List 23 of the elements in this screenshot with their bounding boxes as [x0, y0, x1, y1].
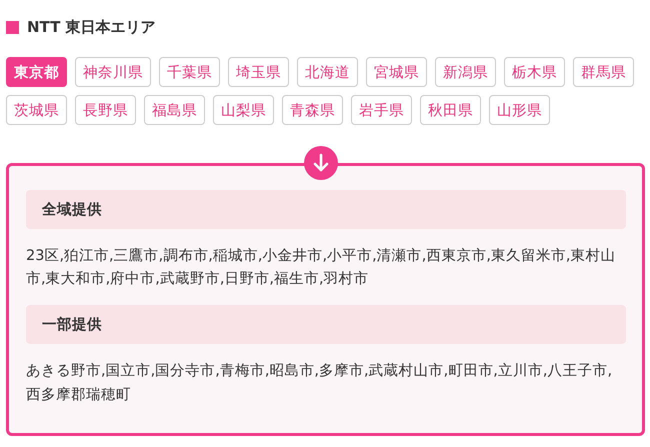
prefecture-tab[interactable]: 群馬県 [573, 57, 634, 87]
prefecture-tab[interactable]: 山形県 [489, 95, 550, 125]
prefecture-tab[interactable]: 秋田県 [420, 95, 481, 125]
section-header: 一部提供 [26, 305, 626, 344]
prefecture-tab[interactable]: 神奈川県 [75, 57, 151, 87]
prefecture-tab[interactable]: 北海道 [297, 57, 358, 87]
prefecture-tab[interactable]: 岩手県 [351, 95, 412, 125]
prefecture-tab[interactable]: 山梨県 [213, 95, 274, 125]
prefecture-tab[interactable]: 栃木県 [504, 57, 565, 87]
prefecture-tab[interactable]: 福島県 [144, 95, 205, 125]
prefecture-tab[interactable]: 新潟県 [435, 57, 496, 87]
prefecture-tab[interactable]: 長野県 [75, 95, 136, 125]
prefecture-tab[interactable]: 茨城県 [6, 95, 67, 125]
prefecture-tab[interactable]: 埼玉県 [228, 57, 289, 87]
city-list: 23区,狛江市,三鷹市,調布市,稲城市,小金井市,小平市,清瀬市,西東京市,東久留米市,東村山市,東大和市,府中市,武蔵野市,日野市,福生市,羽村市 [26, 245, 626, 292]
prefecture-tab[interactable]: 青森県 [282, 95, 343, 125]
square-icon [6, 21, 19, 34]
prefecture-tab[interactable]: 東京都 [6, 57, 67, 87]
prefecture-tab[interactable]: 千葉県 [159, 57, 220, 87]
section-header: 全域提供 [26, 190, 626, 229]
prefecture-tab[interactable]: 宮城県 [366, 57, 427, 87]
area-heading: NTT 東日本エリア [27, 18, 156, 37]
city-list: あきる野市,国立市,国分寺市,青梅市,昭島市,多摩市,武蔵村山市,町田市,立川市,八王子市,西多摩郡瑞穂町 [26, 360, 626, 407]
